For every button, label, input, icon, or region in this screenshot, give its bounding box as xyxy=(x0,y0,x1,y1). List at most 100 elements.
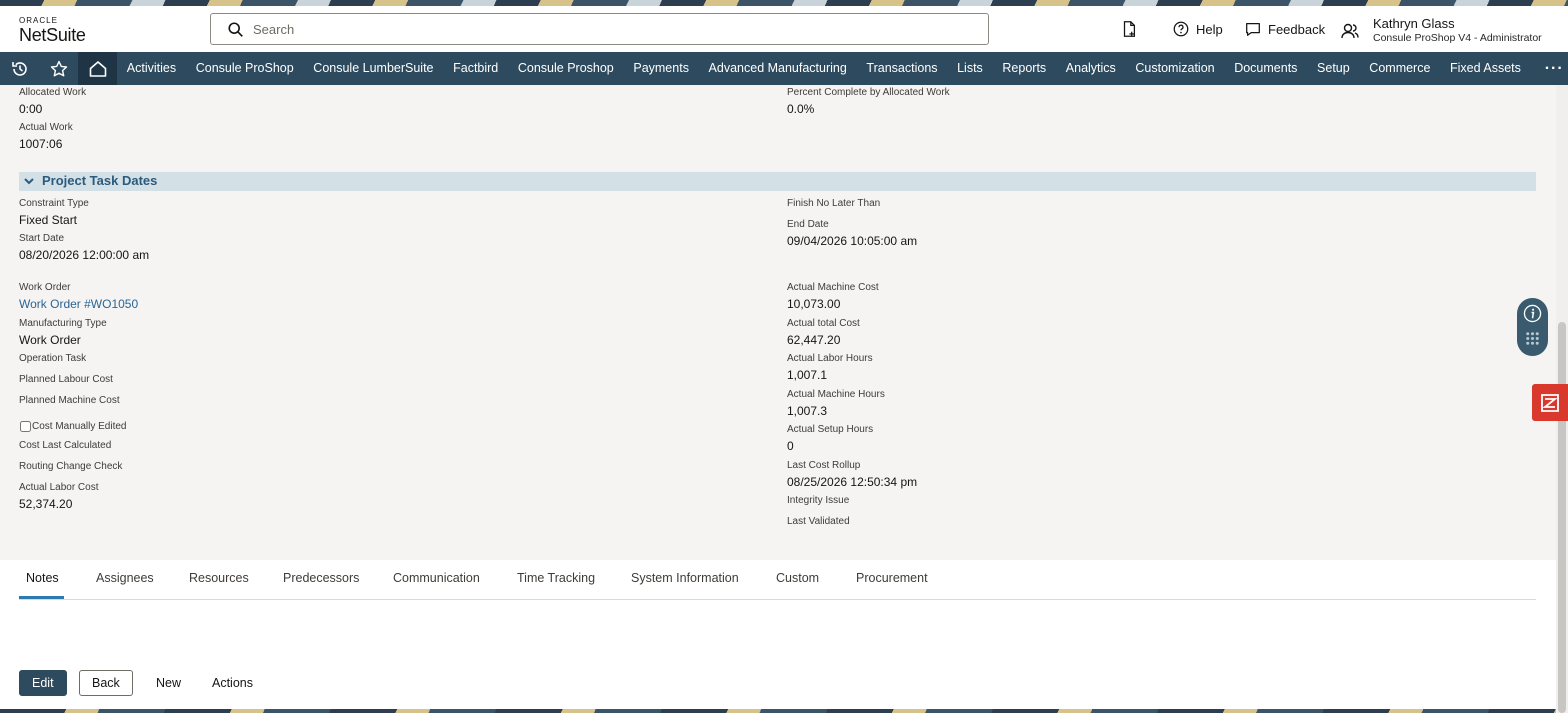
nav-item-consule-proshop[interactable]: Consule ProShop xyxy=(186,52,304,85)
cost-manually-edited-checkbox[interactable] xyxy=(20,421,31,432)
global-header: ORACLE NetSuite Help Feedback Kathryn Gl… xyxy=(0,6,1568,52)
user-name: Kathryn Glass xyxy=(1373,16,1455,31)
help-icon xyxy=(1173,21,1189,37)
last-validated-field: Last Validated xyxy=(787,516,850,528)
nav-item-lists[interactable]: Lists xyxy=(947,52,992,85)
field-label: Allocated Work xyxy=(19,87,87,98)
field-label: Start Date xyxy=(19,233,65,244)
field-label: Actual Labor Cost xyxy=(19,482,99,493)
tab-notes[interactable]: Notes xyxy=(26,571,59,585)
field-value: Work Order xyxy=(19,333,81,347)
tab-predecessors[interactable]: Predecessors xyxy=(283,571,359,585)
checkbox-label: Cost Manually Edited xyxy=(32,421,127,432)
tab-communication[interactable]: Communication xyxy=(393,571,480,585)
tab-custom[interactable]: Custom xyxy=(776,571,819,585)
nav-item-factbird[interactable]: Factbird xyxy=(443,52,508,85)
shortcuts-nav[interactable] xyxy=(39,52,78,85)
field-label: Actual total Cost xyxy=(787,318,860,329)
actual-labor-cost-field: Actual Labor Cost 52,374.20 xyxy=(19,482,99,512)
nav-item-documents[interactable]: Documents xyxy=(1224,52,1307,85)
section-header-project-task-dates[interactable]: Project Task Dates xyxy=(19,172,1536,191)
new-button[interactable]: New xyxy=(143,670,194,696)
actions-button[interactable]: Actions xyxy=(199,670,266,696)
help-button[interactable]: Help xyxy=(1172,18,1223,40)
feedback-button[interactable]: Feedback xyxy=(1244,18,1325,40)
edit-button[interactable]: Edit xyxy=(19,670,67,696)
footer-decor-band xyxy=(0,709,1568,713)
search-input[interactable] xyxy=(253,19,953,39)
nav-item-consule-proshop-2[interactable]: Consule Proshop xyxy=(508,52,624,85)
recent-records-nav[interactable] xyxy=(0,52,39,85)
actual-machine-hours-field: Actual Machine Hours 1,007.3 xyxy=(787,389,885,419)
actual-labor-hours-field: Actual Labor Hours 1,007.1 xyxy=(787,353,873,383)
tab-resources[interactable]: Resources xyxy=(189,571,249,585)
field-label: Finish No Later Than xyxy=(787,198,881,209)
oracle-wordmark: ORACLE xyxy=(19,16,58,25)
global-search[interactable] xyxy=(210,13,989,45)
tab-system-information[interactable]: System Information xyxy=(631,571,739,585)
finish-no-later-field: Finish No Later Than xyxy=(787,198,880,210)
nav-item-customization[interactable]: Customization xyxy=(1126,52,1225,85)
field-label: Cost Last Calculated xyxy=(19,440,112,451)
nav-item-consule-lumbersuite[interactable]: Consule LumberSuite xyxy=(304,52,444,85)
planned-labour-cost-field: Planned Labour Cost xyxy=(19,374,113,386)
back-button[interactable]: Back xyxy=(79,670,133,696)
field-label: Last Cost Rollup xyxy=(787,460,861,471)
field-value: 62,447.20 xyxy=(787,333,841,347)
nav-item-fixed-assets[interactable]: Fixed Assets xyxy=(1440,52,1530,85)
nav-item-transactions[interactable]: Transactions xyxy=(857,52,948,85)
nav-item-activities[interactable]: Activities xyxy=(117,52,186,85)
nav-item-setup[interactable]: Setup xyxy=(1307,52,1359,85)
integrity-issue-field: Integrity Issue xyxy=(787,495,849,507)
scrollbar-thumb[interactable] xyxy=(1558,322,1566,713)
field-value: 1007:06 xyxy=(19,137,63,151)
field-label: Planned Labour Cost xyxy=(19,374,113,385)
feedback-label: Feedback xyxy=(1268,21,1326,37)
tab-procurement[interactable]: Procurement xyxy=(856,571,928,585)
field-label: Manufacturing Type xyxy=(19,318,107,329)
history-icon xyxy=(11,61,27,76)
actual-machine-cost-field: Actual Machine Cost 10,073.00 xyxy=(787,282,879,312)
field-value: 0.0% xyxy=(787,102,815,116)
field-label: Percent Complete by Allocated Work xyxy=(787,87,950,98)
field-label: Actual Machine Cost xyxy=(787,282,879,293)
info-icon[interactable] xyxy=(1523,304,1542,323)
field-label: Integrity Issue xyxy=(787,495,850,506)
work-order-link[interactable]: Work Order #WO1050 xyxy=(19,296,138,312)
document-plus-icon xyxy=(1123,21,1136,37)
field-label: Actual Machine Hours xyxy=(787,389,885,400)
nav-item-payments[interactable]: Payments xyxy=(624,52,699,85)
field-label: Planned Machine Cost xyxy=(19,395,120,406)
tab-assignees[interactable]: Assignees xyxy=(96,571,154,585)
drag-handle-icon[interactable] xyxy=(1523,329,1542,348)
work-order-field: Work Order Work Order #WO1050 xyxy=(19,282,138,312)
field-label: Actual Setup Hours xyxy=(787,424,874,435)
field-label: Work Order xyxy=(19,282,71,293)
home-icon xyxy=(89,60,106,77)
field-label: End Date xyxy=(787,219,829,230)
recent-records-button[interactable] xyxy=(1120,18,1138,40)
nav-item-analytics[interactable]: Analytics xyxy=(1056,52,1126,85)
nav-item-commerce[interactable]: Commerce xyxy=(1360,52,1441,85)
tab-time-tracking[interactable]: Time Tracking xyxy=(517,571,595,585)
field-value: 09/04/2026 10:05:00 am xyxy=(787,234,918,248)
chat-bubble-icon xyxy=(1246,22,1260,36)
home-nav[interactable] xyxy=(78,52,117,85)
actual-total-cost-field: Actual total Cost 62,447.20 xyxy=(787,318,860,348)
field-value: 1,007.3 xyxy=(787,404,828,418)
user-roles-icon xyxy=(1341,23,1359,39)
nav-item-advanced-manufacturing[interactable]: Advanced Manufacturing xyxy=(699,52,857,85)
percent-complete-field: Percent Complete by Allocated Work 0.0% xyxy=(787,87,950,117)
field-value: 10,073.00 xyxy=(787,297,841,311)
actual-setup-hours-field: Actual Setup Hours 0 xyxy=(787,424,873,454)
subtabs-panel: Notes Assignees Resources Predecessors C… xyxy=(0,560,1556,660)
netsuite-wordmark: NetSuite xyxy=(19,25,86,45)
manufacturing-type-field: Manufacturing Type Work Order xyxy=(19,318,107,348)
netsuite-logo[interactable]: ORACLE NetSuite xyxy=(19,16,99,46)
chevron-down-icon[interactable] xyxy=(23,175,35,187)
external-tool-button[interactable] xyxy=(1532,384,1568,421)
active-tab-indicator xyxy=(19,596,64,599)
more-menu-icon[interactable]: ··· xyxy=(1531,60,1564,78)
constraint-type-field: Constraint Type Fixed Start xyxy=(19,198,89,228)
nav-item-reports[interactable]: Reports xyxy=(993,52,1056,85)
